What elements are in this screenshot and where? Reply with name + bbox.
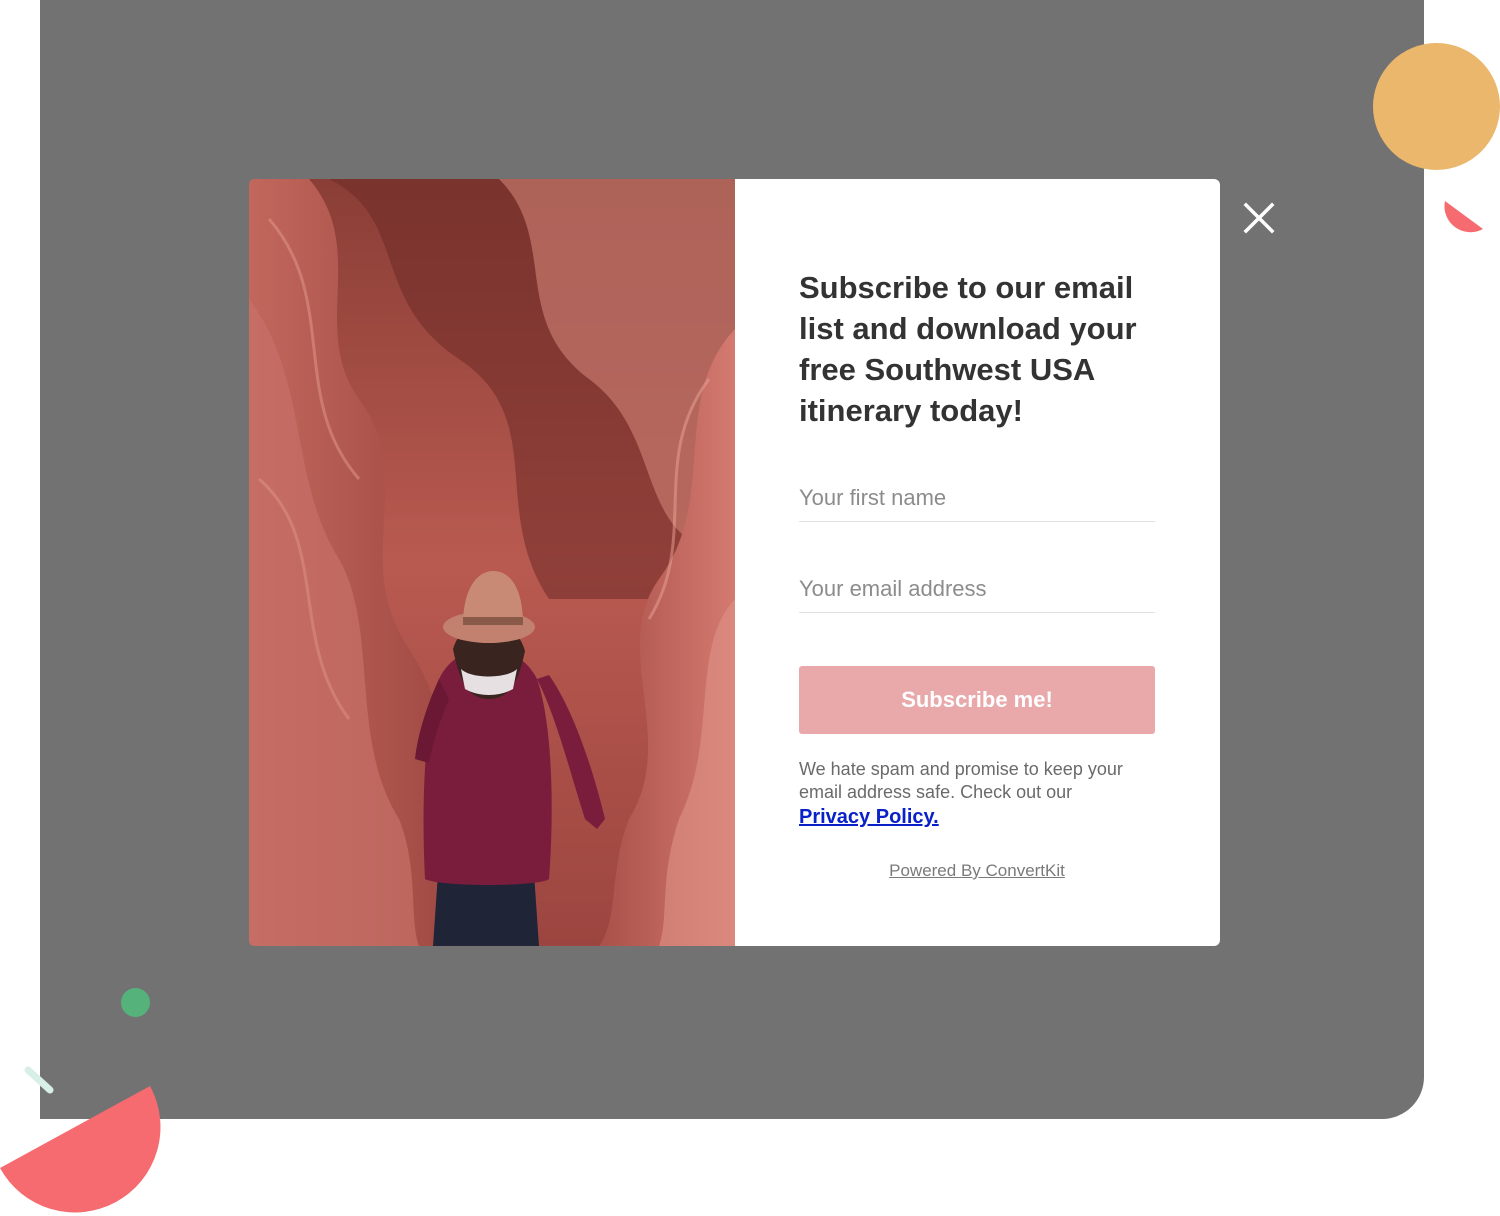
privacy-policy-link[interactable]: Privacy Policy. [799, 806, 939, 829]
canyon-hiker-photo [249, 179, 735, 946]
subscribe-headline: Subscribe to our email list and download… [799, 270, 1137, 428]
spam-notice: We hate spam and promise to keep your em… [799, 758, 1159, 829]
subscribe-form: Subscribe to our email list and download… [735, 179, 1220, 946]
subscribe-modal: Subscribe to our email list and download… [249, 179, 1220, 946]
first-name-input[interactable] [799, 475, 1155, 522]
email-input[interactable] [799, 566, 1155, 613]
powered-by-convertkit-link[interactable]: Powered By ConvertKit [799, 861, 1155, 881]
pink-semicircle-decoration-large [0, 1086, 161, 1213]
mint-dash-decoration [24, 1066, 54, 1094]
spam-notice-text: We hate spam and promise to keep your em… [799, 759, 1123, 802]
page: Subscribe to our email list and download… [0, 0, 1500, 1216]
close-icon[interactable] [1236, 195, 1282, 241]
pink-semicircle-decoration [1444, 201, 1483, 233]
subscribe-button[interactable]: Subscribe me! [799, 666, 1155, 734]
orange-circle-decoration [1373, 43, 1500, 170]
green-dot-decoration [121, 988, 150, 1017]
